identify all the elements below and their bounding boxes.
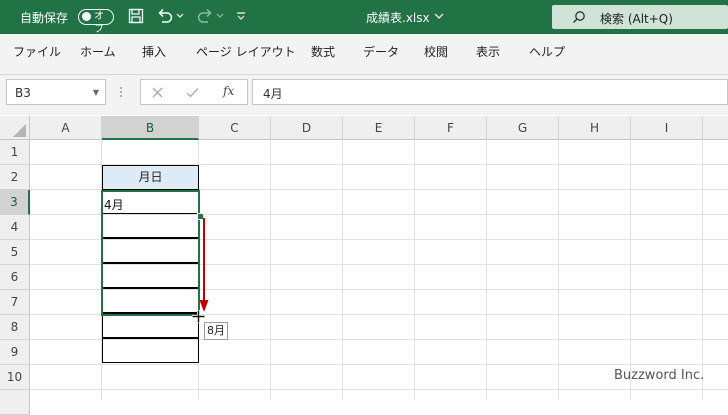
cell-b9[interactable] — [102, 338, 199, 363]
cell-b8[interactable] — [102, 313, 199, 338]
undo-icon[interactable] — [156, 8, 174, 24]
column-header-g[interactable]: G — [487, 116, 559, 140]
formula-bar-grip-icon — [120, 87, 122, 97]
row-header-2[interactable]: 2 — [0, 165, 30, 190]
drag-arrow-icon — [199, 218, 209, 312]
column-header-d[interactable]: D — [271, 116, 343, 140]
ribbon-tabs: ファイル ホーム 挿入 ページ レイアウト 数式 データ 校閲 表示 ヘルプ — [0, 34, 728, 68]
redo-icon[interactable] — [196, 8, 214, 24]
customize-toolbar-icon[interactable] — [236, 11, 246, 21]
formula-input-value: 4月 — [263, 87, 283, 101]
gridline — [414, 140, 415, 400]
row-header-1[interactable]: 1 — [0, 140, 30, 165]
gridline — [270, 140, 271, 400]
name-box-dropdown-icon[interactable]: ▼ — [93, 88, 99, 97]
fill-value-tooltip: 8月 — [204, 322, 228, 340]
tab-view[interactable]: 表示 — [476, 43, 500, 60]
formula-input[interactable]: 4月 — [252, 79, 728, 105]
tab-page-layout[interactable]: ページ レイアウト — [196, 43, 296, 60]
formula-bar: B3 ▼ fx 4月 — [0, 75, 728, 115]
column-header-c[interactable]: C — [199, 116, 271, 140]
autosave-label: 自動保存 — [20, 11, 69, 25]
gridline — [30, 364, 728, 365]
autosave-toggle[interactable]: オフ — [78, 9, 114, 35]
ribbon-divider — [0, 68, 728, 75]
column-header-e[interactable]: E — [343, 116, 415, 140]
filename-chevron-icon[interactable] — [434, 13, 444, 21]
tab-insert[interactable]: 挿入 — [142, 43, 166, 60]
row-header-10[interactable]: 10 — [0, 365, 30, 390]
tab-review[interactable]: 校閲 — [424, 43, 448, 60]
fill-selection-range — [101, 190, 200, 316]
tab-help[interactable]: ヘルプ — [529, 43, 565, 60]
tab-formulas[interactable]: 数式 — [311, 43, 335, 60]
row-header-3[interactable]: 3 — [0, 190, 30, 215]
column-header-f[interactable]: F — [415, 116, 487, 140]
search-box[interactable]: 検索 (Alt+Q) — [552, 5, 728, 29]
spreadsheet-grid[interactable]: A B C D E F G H I 1 2 3 4 5 6 7 8 9 10 月… — [0, 116, 728, 415]
gridline — [486, 140, 487, 400]
tab-file[interactable]: ファイル — [13, 43, 61, 60]
toggle-knob — [82, 12, 91, 21]
tab-home[interactable]: ホーム — [80, 43, 116, 60]
gridline — [342, 140, 343, 400]
save-icon[interactable] — [128, 8, 144, 24]
column-header-j[interactable] — [703, 116, 728, 140]
watermark: Buzzword Inc. — [614, 368, 705, 383]
search-label: 検索 (Alt+Q) — [600, 12, 673, 26]
search-icon — [573, 11, 585, 23]
gridline — [558, 140, 559, 400]
select-all-corner[interactable] — [0, 116, 30, 140]
name-box-value: B3 — [15, 86, 31, 100]
row-header-7[interactable]: 7 — [0, 290, 30, 315]
row-header-9[interactable]: 9 — [0, 340, 30, 365]
title-bar: 自動保存 オフ 成績表.xlsx 検索 (Alt+Q) — [0, 0, 728, 35]
gridline — [630, 140, 631, 400]
select-all-icon — [13, 124, 26, 137]
insert-function-icon[interactable]: fx — [223, 84, 234, 98]
row-header-8[interactable]: 8 — [0, 315, 30, 340]
column-header-i[interactable]: I — [631, 116, 703, 140]
cancel-icon[interactable] — [152, 87, 163, 98]
redo-dropdown-icon[interactable] — [216, 12, 224, 20]
column-header-b[interactable]: B — [102, 116, 199, 140]
tab-data[interactable]: データ — [363, 43, 399, 60]
gridline — [30, 389, 728, 390]
column-header-a[interactable]: A — [30, 116, 102, 140]
row-header-11[interactable] — [0, 390, 30, 415]
row-header-5[interactable]: 5 — [0, 240, 30, 265]
enter-check-icon[interactable] — [186, 87, 199, 98]
gridline — [702, 140, 703, 400]
toggle-label: オフ — [94, 11, 104, 35]
row-header-4[interactable]: 4 — [0, 215, 30, 240]
formula-buttons: fx — [140, 79, 248, 105]
name-box[interactable]: B3 ▼ — [6, 79, 106, 105]
file-name[interactable]: 成績表.xlsx — [366, 9, 430, 26]
row-header-6[interactable]: 6 — [0, 265, 30, 290]
cell-b2-header[interactable]: 月日 — [102, 165, 199, 190]
undo-dropdown-icon[interactable] — [176, 12, 184, 20]
column-header-h[interactable]: H — [559, 116, 631, 140]
